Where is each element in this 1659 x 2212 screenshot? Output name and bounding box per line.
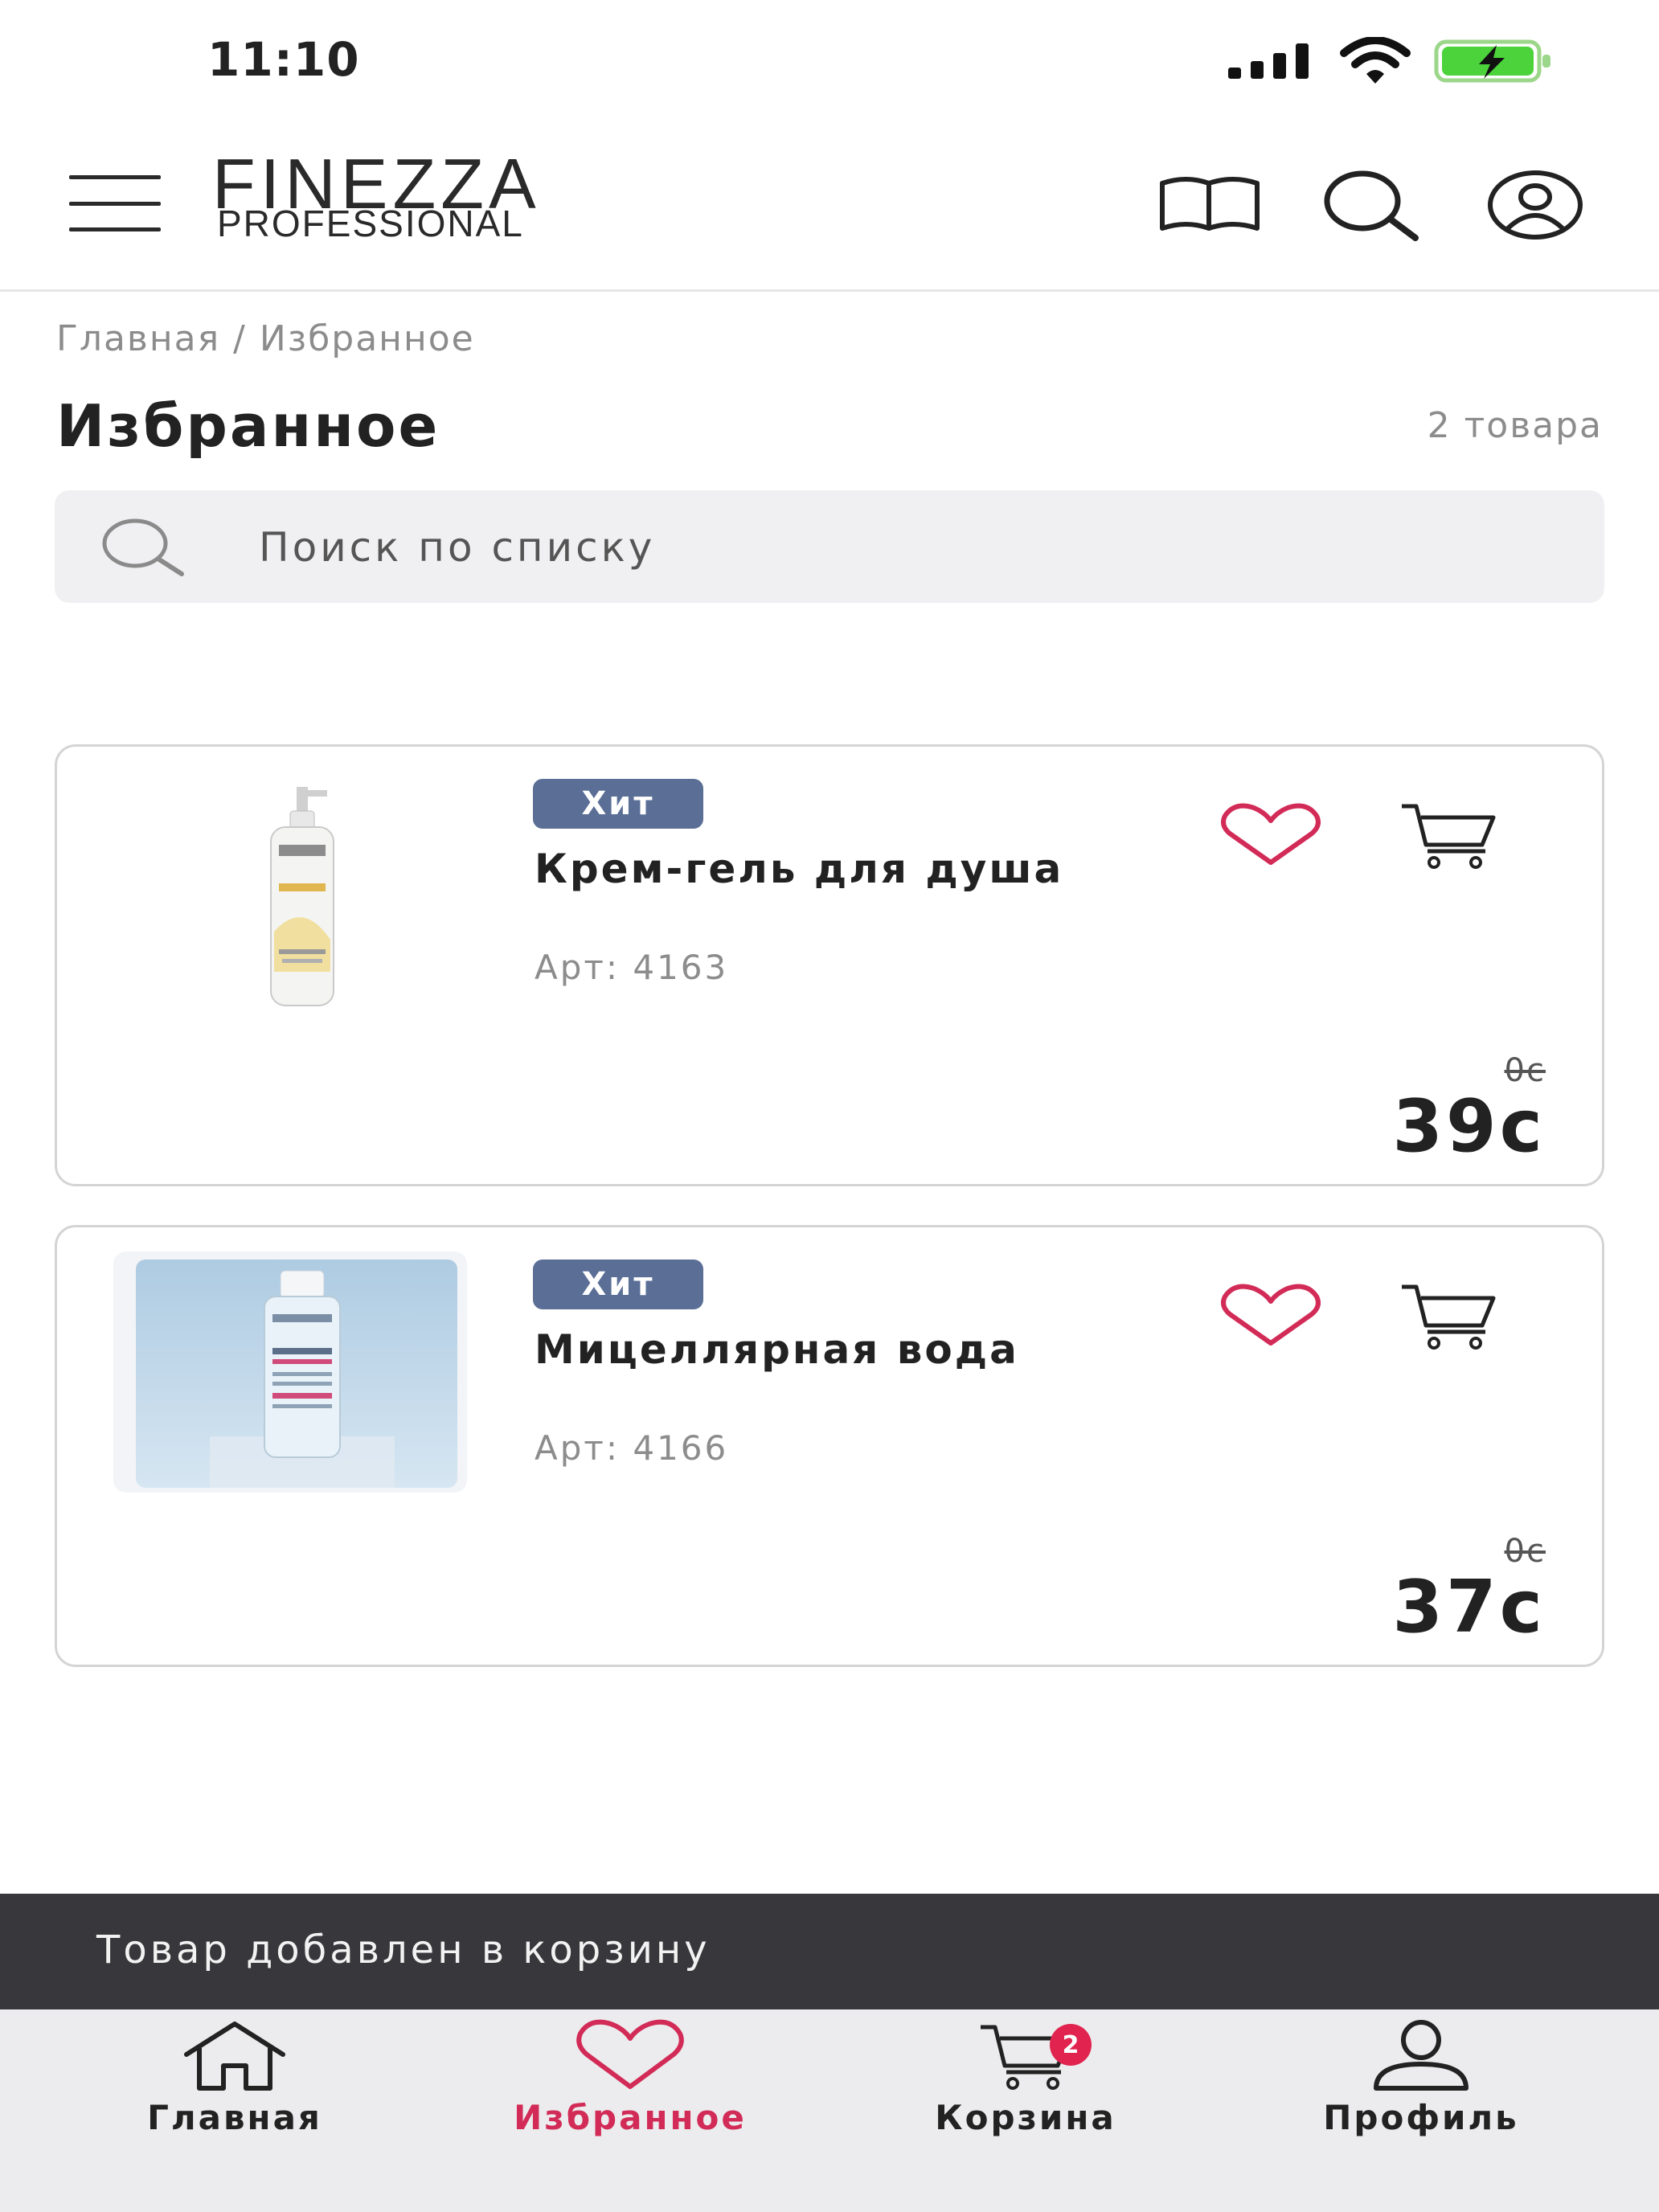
heart-icon	[576, 2019, 684, 2089]
search-icon[interactable]	[1318, 165, 1423, 245]
product-name[interactable]: Крем-гель для душа	[535, 848, 1097, 890]
hit-badge: Хит	[533, 1260, 703, 1309]
favorite-heart-icon[interactable]	[1215, 1276, 1327, 1356]
product-name[interactable]: Мицеллярная вода	[535, 1329, 1097, 1370]
product-article: Арт: 4166	[535, 1428, 729, 1468]
home-icon	[184, 2022, 285, 2091]
tab-cart-label: Корзина	[935, 2098, 1116, 2137]
toast-message: Товар добавлен в корзину	[96, 1927, 711, 1972]
bottom-tab-bar: Главная Избранное 2 Корзина Профиль	[0, 2009, 1659, 2212]
status-icons	[1228, 37, 1555, 85]
price: 37с	[1392, 1565, 1546, 1649]
user-icon	[1374, 2020, 1469, 2091]
logo-subtitle: PROFESSIONAL	[217, 203, 524, 244]
page-title: Избранное	[56, 392, 440, 460]
catalog-book-icon[interactable]	[1157, 165, 1262, 245]
add-to-cart-icon[interactable]	[1393, 795, 1505, 875]
wifi-icon	[1340, 37, 1411, 84]
hit-badge: Хит	[533, 779, 703, 829]
product-card[interactable]: Хит Мицеллярная вода Арт: 4166 0с 37с	[55, 1225, 1604, 1667]
add-to-cart-icon[interactable]	[1393, 1276, 1505, 1356]
search-bar[interactable]	[55, 490, 1604, 603]
tab-cart[interactable]: 2 Корзина	[865, 2019, 1186, 2156]
product-card[interactable]: Хит Крем-гель для душа Арт: 4163 0с 39с	[55, 744, 1604, 1186]
cart-count-badge: 2	[1050, 2024, 1092, 2066]
price: 39с	[1392, 1084, 1546, 1169]
product-article: Арт: 4163	[535, 948, 729, 987]
tab-home[interactable]: Главная	[74, 2019, 395, 2156]
tab-favorites[interactable]: Избранное	[469, 2019, 791, 2156]
items-count: 2 товара	[1427, 405, 1603, 446]
signal-icon	[1228, 43, 1309, 79]
favorite-heart-icon[interactable]	[1215, 795, 1327, 875]
tab-home-label: Главная	[147, 2098, 322, 2137]
product-image[interactable]	[113, 771, 467, 1012]
breadcrumb[interactable]: Главная / Избранное	[56, 318, 475, 359]
search-icon	[102, 518, 184, 576]
account-icon[interactable]	[1483, 165, 1587, 245]
product-image[interactable]	[113, 1251, 467, 1493]
tab-profile-label: Профиль	[1323, 2098, 1519, 2137]
search-input[interactable]	[257, 518, 1546, 577]
tab-favorites-label: Избранное	[514, 2098, 747, 2137]
brand-logo[interactable]: FINEZZA PROFESSIONAL	[212, 149, 719, 245]
toast-notification[interactable]: Товар добавлен в корзину	[0, 1894, 1659, 2009]
battery-charging-icon	[1434, 39, 1550, 83]
tab-profile[interactable]: Профиль	[1260, 2019, 1582, 2156]
menu-icon[interactable]	[69, 175, 161, 231]
status-time: 11:10	[207, 32, 360, 87]
